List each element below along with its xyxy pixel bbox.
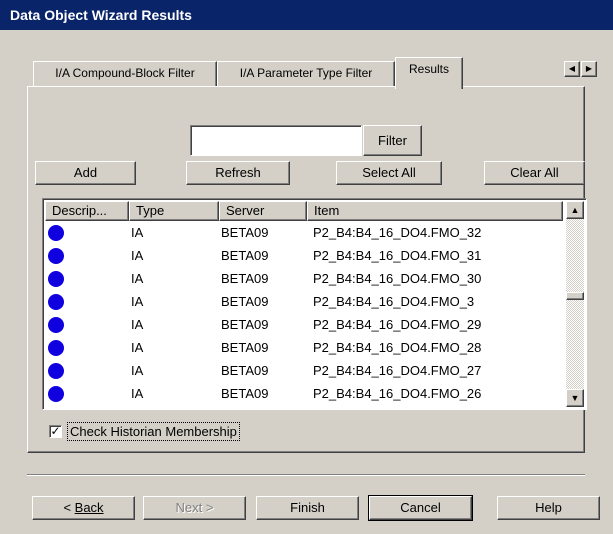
- list-item[interactable]: IA BETA09 P2_B4:B4_16_DO4.FMO_32: [45, 221, 563, 244]
- footer-separator-highlight: [27, 475, 585, 476]
- list-item[interactable]: IA BETA09 P2_B4:B4_16_DO4.FMO_3: [45, 290, 563, 313]
- cell-server: BETA09: [221, 271, 269, 286]
- status-dot-icon: [48, 248, 64, 264]
- cell-item: P2_B4:B4_16_DO4.FMO_30: [313, 271, 482, 286]
- cell-type: IA: [131, 248, 144, 263]
- list-item[interactable]: IA BETA09 P2_B4:B4_16_DO4.FMO_31: [45, 244, 563, 267]
- cancel-button[interactable]: Cancel: [368, 495, 473, 521]
- help-button[interactable]: Help: [497, 496, 600, 520]
- cell-type: IA: [131, 225, 144, 240]
- column-header-item[interactable]: Item: [307, 201, 563, 221]
- status-dot-icon: [48, 340, 64, 356]
- cell-server: BETA09: [221, 294, 269, 309]
- tab-left-arrow-icon[interactable]: ◀: [564, 61, 580, 77]
- list-item[interactable]: IA BETA09 P2_B4:B4_16_DO4.FMO_30: [45, 267, 563, 290]
- status-dot-icon: [48, 294, 64, 310]
- select-all-button[interactable]: Select All: [336, 161, 442, 185]
- back-label: Back: [74, 500, 104, 515]
- filter-input[interactable]: [190, 125, 362, 156]
- cell-server: BETA09: [221, 386, 269, 401]
- scroll-thumb[interactable]: [566, 292, 584, 300]
- results-list[interactable]: Descrip... Type Server Item IA BETA09 P2…: [42, 198, 587, 410]
- cell-server: BETA09: [221, 248, 269, 263]
- cell-type: IA: [131, 294, 144, 309]
- refresh-button[interactable]: Refresh: [186, 161, 290, 185]
- cell-item: P2_B4:B4_16_DO4.FMO_31: [313, 248, 482, 263]
- cell-item: P2_B4:B4_16_DO4.FMO_32: [313, 225, 482, 240]
- tab-right-arrow-icon[interactable]: ▶: [581, 61, 597, 77]
- back-prefix: <: [63, 500, 75, 515]
- filter-button[interactable]: Filter: [363, 125, 422, 156]
- column-header-type[interactable]: Type: [129, 201, 219, 221]
- status-dot-icon: [48, 271, 64, 287]
- scroll-up-icon[interactable]: ▲: [566, 201, 584, 219]
- historian-checkbox[interactable]: ✓: [49, 425, 62, 438]
- finish-button[interactable]: Finish: [256, 496, 359, 520]
- cell-type: IA: [131, 386, 144, 401]
- cell-type: IA: [131, 317, 144, 332]
- cell-item: P2_B4:B4_16_DO4.FMO_28: [313, 340, 482, 355]
- column-header-description[interactable]: Descrip...: [45, 201, 129, 221]
- list-item[interactable]: IA BETA09 P2_B4:B4_16_DO4.FMO_29: [45, 313, 563, 336]
- tab-results[interactable]: Results: [395, 57, 463, 89]
- cell-server: BETA09: [221, 225, 269, 240]
- list-item[interactable]: IA BETA09 P2_B4:B4_16_DO4.FMO_27: [45, 359, 563, 382]
- back-button[interactable]: < Back: [32, 496, 135, 520]
- list-item[interactable]: IA BETA09 P2_B4:B4_16_DO4.FMO_28: [45, 336, 563, 359]
- cell-type: IA: [131, 271, 144, 286]
- scroll-down-icon[interactable]: ▼: [566, 389, 584, 407]
- cell-server: BETA09: [221, 363, 269, 378]
- status-dot-icon: [48, 363, 64, 379]
- cell-server: BETA09: [221, 340, 269, 355]
- status-dot-icon: [48, 225, 64, 241]
- cell-item: P2_B4:B4_16_DO4.FMO_3: [313, 294, 475, 309]
- cell-item: P2_B4:B4_16_DO4.FMO_26: [313, 386, 482, 401]
- tab-compound-block-filter[interactable]: I/A Compound-Block Filter: [33, 61, 217, 86]
- cell-type: IA: [131, 363, 144, 378]
- window-title: Data Object Wizard Results: [0, 0, 613, 30]
- historian-checkbox-label[interactable]: Check Historian Membership: [67, 422, 240, 441]
- list-item[interactable]: IA BETA09 P2_B4:B4_16_DO4.FMO_26: [45, 382, 563, 405]
- status-dot-icon: [48, 317, 64, 333]
- clear-all-button[interactable]: Clear All: [484, 161, 585, 185]
- vertical-scrollbar[interactable]: ▲ ▼: [566, 201, 584, 407]
- cell-item: P2_B4:B4_16_DO4.FMO_29: [313, 317, 482, 332]
- next-button[interactable]: Next >: [143, 496, 246, 520]
- cell-type: IA: [131, 340, 144, 355]
- cell-server: BETA09: [221, 317, 269, 332]
- add-button[interactable]: Add: [35, 161, 136, 185]
- status-dot-icon: [48, 386, 64, 402]
- cell-item: P2_B4:B4_16_DO4.FMO_27: [313, 363, 482, 378]
- tab-parameter-type-filter[interactable]: I/A Parameter Type Filter: [217, 61, 395, 86]
- column-header-server[interactable]: Server: [219, 201, 307, 221]
- list-header: Descrip... Type Server Item: [45, 201, 563, 221]
- checkmark-icon: ✓: [50, 424, 61, 438]
